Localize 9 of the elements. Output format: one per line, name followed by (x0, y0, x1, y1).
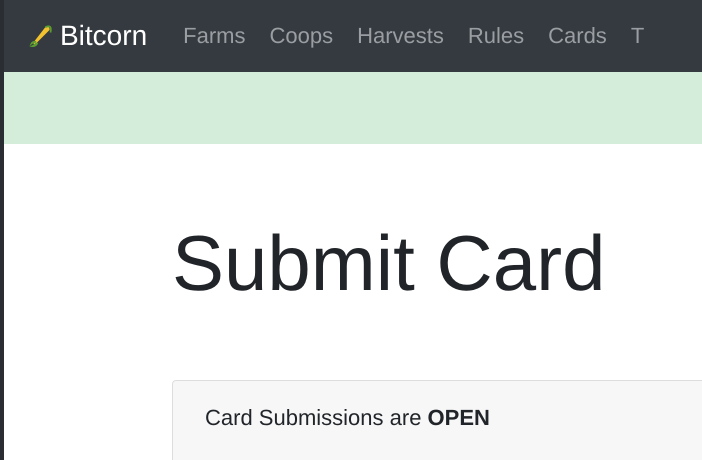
nav-link[interactable]: Harvests (357, 23, 444, 49)
nav-link[interactable]: Farms (183, 23, 246, 49)
brand-link[interactable]: Bitcorn (26, 20, 148, 52)
nav-link[interactable]: Rules (468, 23, 524, 49)
page-title: Submit Card (172, 224, 606, 309)
nav-link[interactable]: Cards (548, 23, 607, 49)
nav-link[interactable]: Coops (269, 23, 334, 49)
status-text: Card Submissions are OPEN (205, 405, 490, 430)
nav-link[interactable]: T (630, 23, 644, 49)
